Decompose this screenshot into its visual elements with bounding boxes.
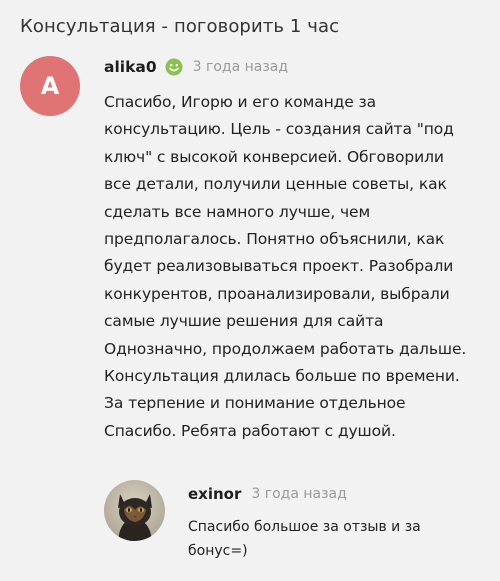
avatar[interactable]: A: [20, 56, 80, 116]
review-text-line: Спасибо, Игорю и его команде за: [104, 93, 377, 111]
review-text-line: все детали, получили ценные советы, как: [104, 175, 447, 194]
review-text-line: будет реализовываться проект. Разобрали: [104, 257, 454, 276]
smile-icon: [165, 58, 183, 76]
reply-body: exinor 3 года назад Спасибо большое за о…: [188, 483, 478, 563]
review-text-line: сделать все намного лучше, чем: [104, 202, 371, 221]
reply-text-line: бонус=): [188, 543, 248, 559]
page-title: Консультация - поговорить 1 час: [20, 16, 340, 37]
reply-text: Спасибо большое за отзыв и за бонус=): [188, 515, 478, 563]
review-time: 3 года назад: [192, 59, 289, 75]
avatar-letter: A: [40, 72, 60, 100]
review-text-line: Консультация длилась больше по времени.: [104, 367, 460, 386]
review-text: Спасибо, Игорю и его команде за консульт…: [104, 89, 496, 445]
reply-meta: exinor 3 года назад: [188, 483, 478, 505]
review-meta: alika0 3 года назад: [104, 56, 496, 78]
review-body: alika0 3 года назад Спасибо, Игорю и его…: [104, 56, 496, 445]
reply-time: 3 года назад: [251, 486, 347, 502]
review-text-line: За терпение и понимание отдельное: [104, 394, 406, 413]
review-text-line: конкурентов, проанализировали, выбрали: [104, 284, 450, 303]
review-text-line: предполагалось. Понятно объяснили, как: [104, 230, 445, 249]
review-author[interactable]: alika0: [104, 58, 157, 76]
review-text-line: ключ" с высокой конверсией. Обговорили: [104, 147, 444, 166]
reply-text-line: Спасибо большое за отзыв и за: [188, 519, 421, 535]
review-text-line: Однозначно, продолжаем работать дальше.: [104, 339, 467, 358]
cat-photo-avatar[interactable]: [104, 480, 165, 541]
review-text-line: консультацию. Цель - создания сайта "под: [104, 120, 454, 139]
reply-author[interactable]: exinor: [188, 485, 241, 503]
review-text-line: Спасибо. Ребята работают с душой.: [104, 421, 396, 440]
review-text-line: самые лучшие решения для сайта: [104, 312, 384, 331]
